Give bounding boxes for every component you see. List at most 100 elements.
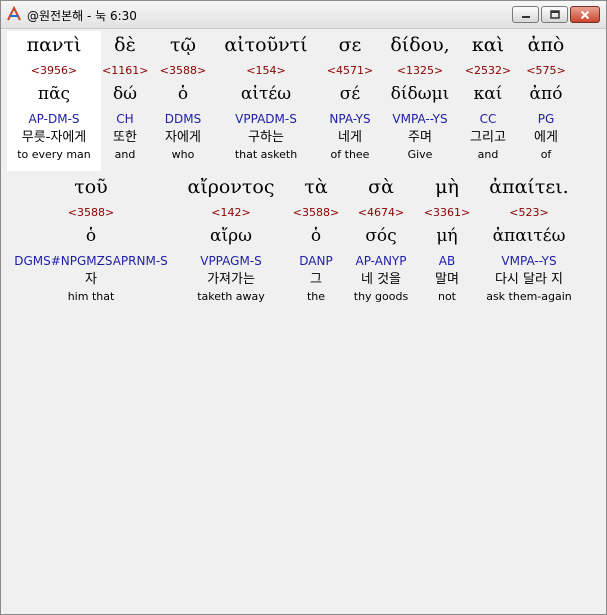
english-gloss: that asketh <box>234 148 298 161</box>
greek-word: καὶ <box>471 34 505 56</box>
english-gloss: of thee <box>330 148 370 161</box>
greek-word: δὲ <box>114 34 136 56</box>
lemma: ὁ <box>177 84 189 104</box>
korean-gloss: 그리고 <box>470 130 506 145</box>
parsing-code[interactable]: NPA-YS <box>321 109 379 129</box>
korean-gloss: 가져가는 <box>207 272 255 287</box>
greek-word: αἰτοῦντί <box>224 34 308 56</box>
korean-gloss: 다시 달라 지 <box>494 272 564 287</box>
parsing-code[interactable]: VMPA--YS <box>383 109 457 129</box>
parsing-code[interactable]: PG <box>518 109 574 129</box>
title-bar[interactable]: @원전본해 - 눅 6:30 <box>1 1 606 29</box>
minimize-button[interactable] <box>512 6 539 23</box>
parsing-code[interactable]: DGMS#NPGMZSAPRNM-S <box>8 251 174 271</box>
word-block[interactable]: τοῦ <3588> ὁ DGMS#NPGMZSAPRNM-S 자 him th… <box>8 173 174 305</box>
app-window: @원전본해 - 눅 6:30 παντὶ <3956> πᾶς AP-DM-S … <box>0 0 607 615</box>
strong-number[interactable]: <3956> <box>7 61 101 81</box>
parsing-code[interactable]: CC <box>460 109 516 129</box>
english-gloss: and <box>477 148 499 161</box>
english-gloss: Give <box>407 148 433 161</box>
english-gloss: to every man <box>17 148 91 161</box>
word-block[interactable]: αἰτοῦντί <154> αἰτέω VPPADM-S 구하는 that a… <box>214 31 318 163</box>
strong-number[interactable]: <1161> <box>102 61 148 81</box>
korean-gloss: 네 것을 <box>360 272 401 287</box>
strong-number[interactable]: <4571> <box>321 61 379 81</box>
lemma: ὁ <box>85 226 97 246</box>
lemma: μή <box>436 226 458 246</box>
strong-number[interactable]: <523> <box>480 203 578 223</box>
english-gloss: and <box>114 148 136 161</box>
window-controls <box>512 6 600 24</box>
greek-word: τοῦ <box>74 176 108 198</box>
parsing-code[interactable]: VMPA--YS <box>480 251 578 271</box>
word-block[interactable]: τῷ <3588> ὁ DDMS 자에게 who <box>155 31 211 163</box>
korean-gloss: 네게 <box>338 130 362 145</box>
english-gloss: of <box>540 148 552 161</box>
strong-number[interactable]: <3361> <box>420 203 474 223</box>
english-gloss: him that <box>67 290 115 303</box>
strong-number[interactable]: <575> <box>518 61 574 81</box>
parsing-code[interactable]: AP-ANYP <box>346 251 416 271</box>
word-block[interactable]: μὴ <3361> μή AB 말며 not <box>420 173 474 305</box>
english-gloss: who <box>171 148 195 161</box>
greek-word: σὰ <box>368 176 394 198</box>
word-block[interactable]: σε <4571> σέ NPA-YS 네게 of thee <box>321 31 379 163</box>
strong-number[interactable]: <3588> <box>290 203 342 223</box>
lemma: πᾶς <box>37 84 71 104</box>
lemma: καί <box>473 84 503 104</box>
interlinear-view: παντὶ <3956> πᾶς AP-DM-S 무릇-자에게 to every… <box>2 29 605 613</box>
maximize-button[interactable] <box>541 6 568 23</box>
english-gloss: ask them-again <box>486 290 572 303</box>
word-block[interactable]: σὰ <4674> σός AP-ANYP 네 것을 thy goods <box>346 173 416 305</box>
lemma: ὁ <box>310 226 322 246</box>
greek-word: τῷ <box>169 34 196 56</box>
strong-number[interactable]: <1325> <box>383 61 457 81</box>
word-block[interactable]: ἀπαίτει. <523> ἀπαιτέω VMPA--YS 다시 달라 지 … <box>480 173 578 305</box>
strong-number[interactable]: <2532> <box>460 61 516 81</box>
korean-gloss: 에게 <box>534 130 558 145</box>
greek-word: τὰ <box>304 176 328 198</box>
strong-number[interactable]: <154> <box>214 61 318 81</box>
parsing-code[interactable]: DDMS <box>155 109 211 129</box>
lemma: δίδωμι <box>390 84 450 104</box>
english-gloss: not <box>437 290 456 303</box>
strong-number[interactable]: <142> <box>180 203 282 223</box>
greek-word: αἴροντος <box>187 176 275 198</box>
word-block[interactable]: καὶ <2532> καί CC 그리고 and <box>460 31 516 163</box>
korean-gloss: 또한 <box>113 130 137 145</box>
greek-word: μὴ <box>435 176 459 198</box>
word-block[interactable]: ἀπὸ <575> ἀπό PG 에게 of <box>518 31 574 163</box>
lemma: ἀπό <box>529 84 563 104</box>
close-button[interactable] <box>570 6 600 23</box>
strong-number[interactable]: <4674> <box>346 203 416 223</box>
greek-word: ἀπαίτει. <box>489 176 569 198</box>
word-block[interactable]: τὰ <3588> ὁ DANP 그 the <box>290 173 342 305</box>
word-block[interactable]: δίδου, <1325> δίδωμι VMPA--YS 주며 Give <box>383 31 457 163</box>
word-block[interactable]: δὲ <1161> δώ CH 또한 and <box>102 31 148 163</box>
greek-word: σε <box>338 34 362 56</box>
korean-gloss: 구하는 <box>248 130 284 145</box>
parsing-code[interactable]: VPPAGM-S <box>180 251 282 271</box>
lemma: σός <box>365 226 397 246</box>
lemma: αἴρω <box>209 226 252 246</box>
close-icon <box>580 10 590 19</box>
parsing-code[interactable]: AB <box>420 251 474 271</box>
strong-number[interactable]: <3588> <box>155 61 211 81</box>
parsing-code[interactable]: DANP <box>290 251 342 271</box>
english-gloss: taketh away <box>197 290 265 303</box>
korean-gloss: 그 <box>310 272 322 287</box>
parsing-code[interactable]: AP-DM-S <box>7 109 101 129</box>
maximize-icon <box>549 10 560 19</box>
parsing-code[interactable]: CH <box>102 109 148 129</box>
app-logo-icon <box>6 5 22 22</box>
word-block[interactable]: αἴροντος <142> αἴρω VPPAGM-S 가져가는 taketh… <box>180 173 282 305</box>
lemma: δώ <box>112 84 138 104</box>
parsing-code[interactable]: VPPADM-S <box>214 109 318 129</box>
korean-gloss: 말며 <box>435 272 459 287</box>
strong-number[interactable]: <3588> <box>8 203 174 223</box>
korean-gloss: 자에게 <box>165 130 201 145</box>
minimize-icon <box>521 15 530 18</box>
english-gloss: thy goods <box>353 290 409 303</box>
lemma: ἀπαιτέω <box>492 226 566 246</box>
word-block[interactable]: παντὶ <3956> πᾶς AP-DM-S 무릇-자에게 to every… <box>7 31 101 163</box>
